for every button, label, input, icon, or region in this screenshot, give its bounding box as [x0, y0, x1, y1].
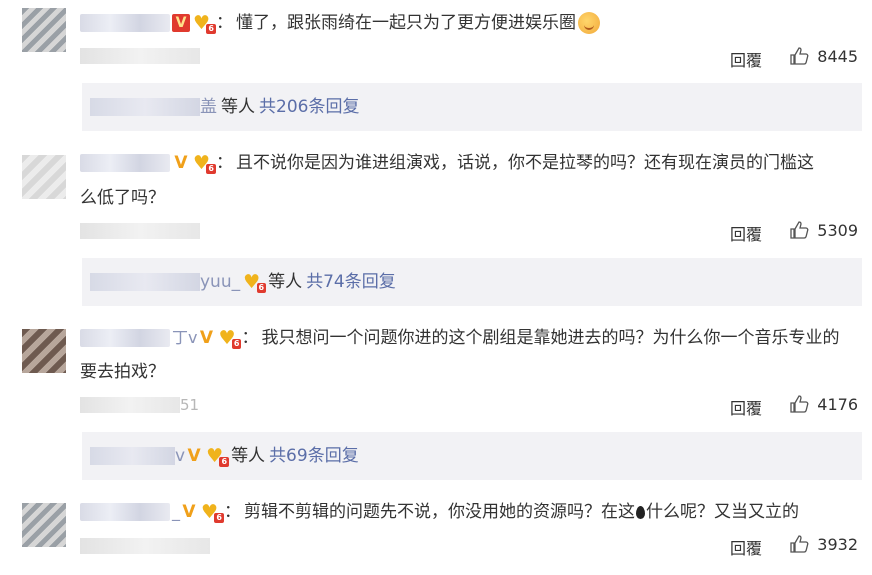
avatar[interactable]	[22, 155, 66, 199]
heart-badge-icon: ♥ 6	[193, 152, 216, 174]
reply-count-link[interactable]: 共74条回复	[306, 272, 396, 292]
reply-button[interactable]: 回覆	[730, 395, 762, 419]
reply-count-link[interactable]: 共206条回复	[259, 97, 359, 117]
avatar[interactable]	[22, 329, 66, 373]
thumbs-up-icon	[790, 395, 809, 413]
like-count: 3932	[817, 534, 858, 554]
heart-badge-icon: ♥ 6	[218, 327, 242, 349]
comment-text-2: 什么呢？又当又立的	[646, 502, 799, 522]
username[interactable]	[80, 329, 170, 347]
reply-count-link[interactable]: 共69条回复	[269, 446, 359, 466]
like-button[interactable]: 3932	[789, 534, 858, 554]
username[interactable]	[80, 503, 170, 521]
vip-v-icon: V	[172, 14, 190, 32]
reply-usernames	[90, 273, 200, 291]
reply-button[interactable]: 回覆	[730, 221, 762, 245]
heart-badge-icon: ♥ 6	[243, 271, 267, 293]
reply-button[interactable]: 回覆	[730, 47, 762, 71]
username[interactable]	[80, 14, 170, 32]
comment-text: 剪辑不剪辑的问题先不说，你没用她的资源吗？在这	[244, 502, 635, 522]
comment-text: 懂了，跟张雨绮在一起只为了更方便进娱乐圈	[236, 13, 576, 33]
thumbs-up-icon	[790, 221, 809, 239]
username[interactable]	[80, 154, 170, 172]
avatar[interactable]	[22, 503, 66, 547]
reply-usernames	[90, 447, 175, 465]
comment-text-cont: 么低了吗？	[80, 188, 165, 208]
emoji-icon	[578, 12, 600, 34]
timestamp-tail: 51	[180, 396, 200, 414]
comment-body-cont: 要去拍戏？	[80, 355, 852, 389]
comment-text-cont: 要去拍戏？	[80, 362, 165, 382]
black-drop-emoji-icon	[636, 505, 645, 519]
like-count: 4176	[817, 394, 858, 414]
avatar[interactable]	[22, 8, 66, 52]
comment-body-cont: 么低了吗？	[80, 181, 852, 215]
comment-body: 丁v V ♥ 6：我只想问一个问题你进的这个剧组是靠她进去的吗？为什么你一个音乐专业的	[80, 321, 852, 355]
timestamp	[80, 223, 200, 239]
timestamp	[80, 397, 180, 413]
like-button[interactable]: 5309	[789, 220, 858, 240]
vip-v-icon: V	[187, 446, 201, 466]
heart-badge-icon: ♥ 6	[201, 501, 224, 523]
comment-body: V ♥ 6：懂了，跟张雨绮在一起只为了更方便进娱乐圈	[80, 6, 852, 40]
reply-summary[interactable]: yuu_ ♥ 6 等人 共74条回复	[82, 258, 862, 306]
vip-v-icon: V	[182, 502, 196, 522]
timestamp	[80, 538, 210, 554]
like-button[interactable]: 4176	[789, 394, 858, 414]
like-count: 8445	[817, 46, 858, 66]
vip-v-icon: V	[199, 328, 214, 348]
timestamp	[80, 48, 200, 64]
thumbs-up-icon	[790, 535, 809, 553]
reply-summary[interactable]: 盖等人 共206条回复	[82, 83, 862, 131]
comment-text: 且不说你是因为谁进组演戏，话说，你不是拉琴的吗？还有现在演员的门槛这	[236, 153, 814, 173]
thumbs-up-icon	[790, 47, 809, 65]
comment-body: V ♥ 6：且不说你是因为谁进组演戏，话说，你不是拉琴的吗？还有现在演员的门槛这	[80, 146, 852, 180]
reply-button[interactable]: 回覆	[730, 535, 762, 559]
vip-v-icon: V	[174, 153, 188, 173]
comment-text: 我只想问一个问题你进的这个剧组是靠她进去的吗？为什么你一个音乐专业的	[261, 328, 840, 348]
reply-summary[interactable]: v V ♥ 6 等人 共69条回复	[82, 432, 862, 480]
reply-usernames	[90, 98, 200, 116]
comment-body: _ V ♥ 6：剪辑不剪辑的问题先不说，你没用她的资源吗？在这 什么呢？又当又立的	[80, 495, 852, 529]
like-button[interactable]: 8445	[789, 46, 858, 66]
like-count: 5309	[817, 220, 858, 240]
heart-badge-icon: ♥ 6	[193, 12, 216, 34]
heart-badge-icon: ♥ 6	[206, 445, 230, 467]
